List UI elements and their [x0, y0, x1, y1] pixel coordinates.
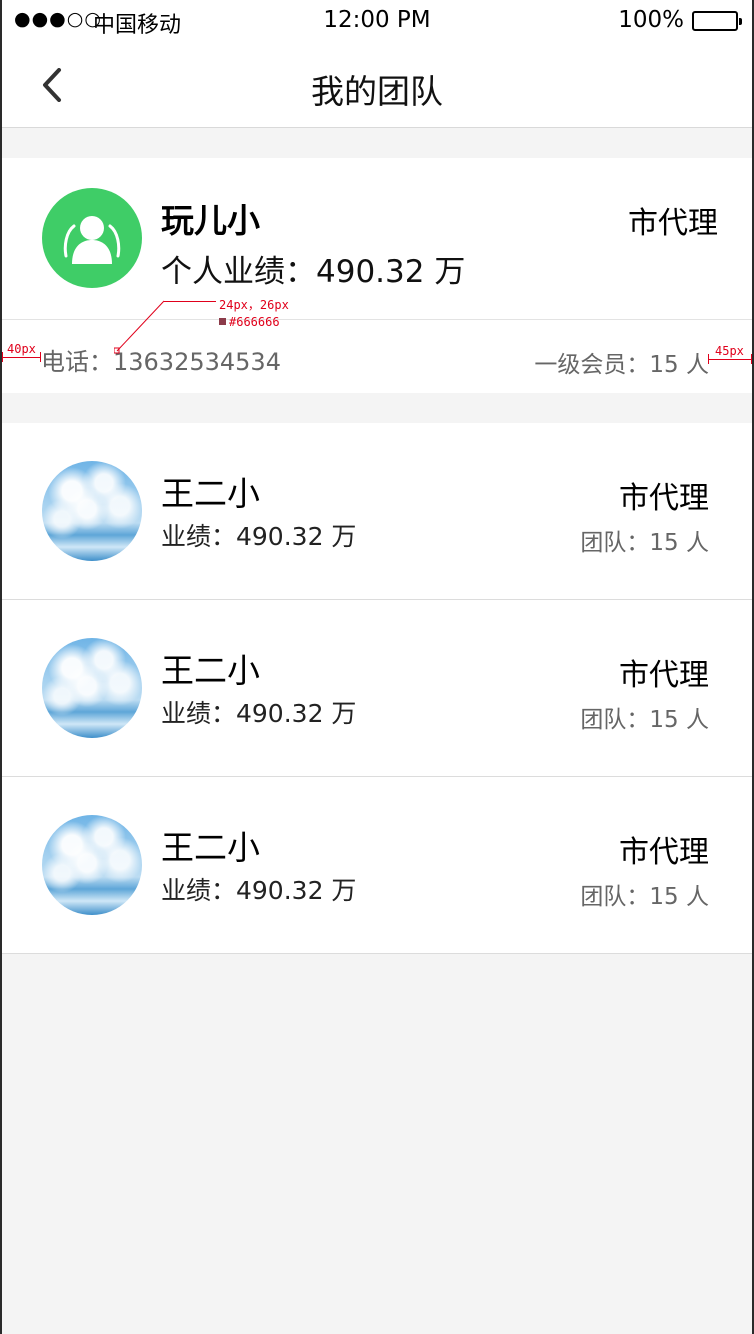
my-name: 玩儿小: [161, 201, 260, 240]
member-performance: 业绩：490.32 万: [161, 699, 357, 728]
nav-bar: 我的团队: [0, 40, 754, 128]
page-title: 我的团队: [311, 72, 443, 111]
member-team-count: 团队：15 人: [580, 707, 709, 733]
avatar: [42, 461, 142, 561]
list-item[interactable]: 王二小 业绩：490.32 万 市代理 团队：15 人: [0, 777, 754, 954]
right-spacing-tick: [751, 354, 752, 364]
avatar: [42, 815, 142, 915]
my-profile-card: 玩儿小 个人业绩：490.32 万 市代理 电话：13632534534 一级会…: [0, 158, 754, 393]
list-item[interactable]: 王二小 业绩：490.32 万 市代理 团队：15 人: [0, 423, 754, 600]
avatar: [42, 638, 142, 738]
member-team-count: 团队：15 人: [580, 884, 709, 910]
member-name: 王二小: [161, 651, 260, 690]
my-performance: 个人业绩：490.32 万: [161, 254, 466, 290]
left-spacing-tick: [2, 352, 3, 362]
left-spacing-line: [2, 357, 41, 358]
right-spacing-tick: [708, 354, 709, 364]
annotation-line: [164, 301, 216, 302]
member-performance: 业绩：490.32 万: [161, 876, 357, 905]
header: ●●●○○ 中国移动 12:00 PM 100% 我的团队: [0, 0, 754, 128]
battery-percent: 100%: [618, 7, 684, 33]
member-level: 市代理: [619, 658, 709, 693]
member-performance: 业绩：490.32 万: [161, 522, 357, 551]
annotation-leader: [114, 300, 165, 354]
left-spacing-annotation: 40px: [7, 342, 36, 356]
right-spacing-line: [708, 359, 752, 360]
member-level: 市代理: [619, 481, 709, 516]
battery-icon: [692, 11, 742, 31]
user-icon: [63, 216, 121, 264]
left-spacing-tick: [40, 352, 41, 362]
color-spec-annotation: #666666: [229, 315, 280, 329]
member-name: 王二小: [161, 474, 260, 513]
team-list: 王二小 业绩：490.32 万 市代理 团队：15 人 王二小 业绩：490.3…: [0, 423, 754, 954]
member-team-count: 团队：15 人: [580, 530, 709, 556]
my-members-count: 一级会员：15 人: [534, 352, 709, 378]
avatar: [42, 188, 142, 288]
my-level: 市代理: [628, 206, 718, 241]
right-spacing-annotation: 45px: [715, 344, 744, 358]
member-level: 市代理: [619, 835, 709, 870]
member-name: 王二小: [161, 828, 260, 867]
list-item[interactable]: 王二小 业绩：490.32 万 市代理 团队：15 人: [0, 600, 754, 777]
font-spec-annotation: 24px，26px: [219, 298, 289, 312]
color-swatch: [219, 318, 226, 325]
status-bar: ●●●○○ 中国移动 12:00 PM 100%: [0, 0, 754, 40]
